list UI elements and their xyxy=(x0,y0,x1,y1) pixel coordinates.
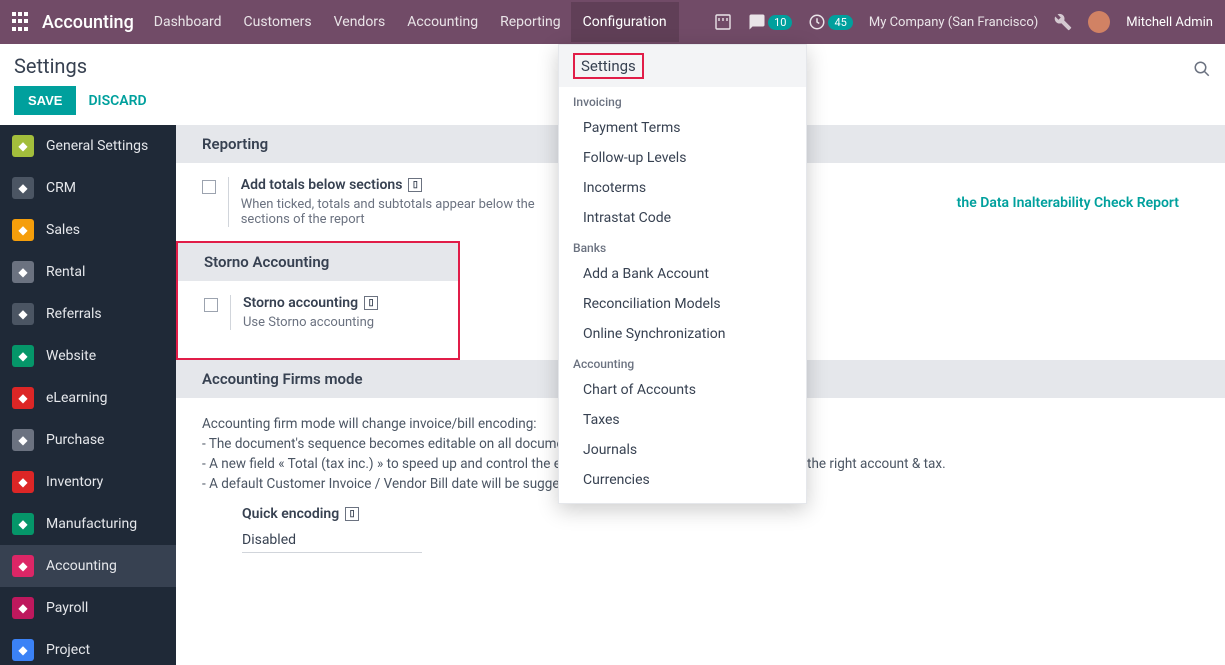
sidebar-item-purchase[interactable]: ◆ Purchase xyxy=(0,419,176,461)
sidebar-item-label: Purchase xyxy=(46,432,104,448)
save-button[interactable]: SAVE xyxy=(14,86,76,115)
sidebar-icon: ◆ xyxy=(12,471,34,493)
sidebar-item-crm[interactable]: ◆ CRM xyxy=(0,167,176,209)
settings-sidebar: ◆ General Settings ◆ CRM ◆ Sales ◆ Rental ◆ Refer… xyxy=(0,125,176,665)
sidebar-item-website[interactable]: ◆ Website xyxy=(0,335,176,377)
sidebar-item-label: Accounting xyxy=(46,558,117,574)
desc-add-totals: When ticked, totals and subtotals appear… xyxy=(241,197,542,227)
label-quick-encoding: Quick encoding xyxy=(242,506,339,522)
dropdown-item-online-synchronization[interactable]: Online Synchronization xyxy=(559,319,806,349)
desc-storno: Use Storno accounting xyxy=(243,315,378,330)
sidebar-icon: ◆ xyxy=(12,135,34,157)
company-selector[interactable]: My Company (San Francisco) xyxy=(869,15,1038,30)
activities-indicator[interactable]: 45 xyxy=(808,13,852,31)
search-icon[interactable] xyxy=(1193,60,1211,82)
nav-dashboard[interactable]: Dashboard xyxy=(154,2,222,42)
dropdown-group-title: Invoicing xyxy=(559,87,806,113)
sidebar-icon: ◆ xyxy=(12,303,34,325)
dropdown-top-row: Settings xyxy=(559,45,806,87)
sidebar-icon: ◆ xyxy=(12,513,34,535)
dropdown-item-add-a-bank-account[interactable]: Add a Bank Account xyxy=(559,259,806,289)
sidebar-item-elearning[interactable]: ◆ eLearning xyxy=(0,377,176,419)
apps-icon[interactable] xyxy=(12,12,32,32)
dropdown-group-title: Banks xyxy=(559,233,806,259)
sidebar-item-label: Website xyxy=(46,348,96,364)
sidebar-item-payroll[interactable]: ◆ Payroll xyxy=(0,587,176,629)
sidebar-item-label: Inventory xyxy=(46,474,103,490)
sidebar-item-rental[interactable]: ◆ Rental xyxy=(0,251,176,293)
sidebar-item-manufacturing[interactable]: ◆ Manufacturing xyxy=(0,503,176,545)
sidebar-icon: ◆ xyxy=(12,597,34,619)
sidebar-item-label: Payroll xyxy=(46,600,88,616)
nav-reporting[interactable]: Reporting xyxy=(500,2,561,42)
sidebar-icon: ◆ xyxy=(12,219,34,241)
avatar[interactable] xyxy=(1088,11,1110,33)
sidebar-item-label: Project xyxy=(46,642,90,658)
label-storno: Storno accounting xyxy=(243,295,358,311)
link-data-inalterability[interactable]: the Data Inalterability Check Report xyxy=(957,195,1179,211)
sidebar-item-label: Manufacturing xyxy=(46,516,137,532)
sidebar-item-general-settings[interactable]: ◆ General Settings xyxy=(0,125,176,167)
checkbox-storno[interactable] xyxy=(204,298,218,312)
building-icon[interactable]: ▯ xyxy=(408,178,422,192)
dropdown-item-taxes[interactable]: Taxes xyxy=(559,405,806,435)
nav-configuration[interactable]: Configuration xyxy=(571,2,679,42)
sidebar-item-inventory[interactable]: ◆ Inventory xyxy=(0,461,176,503)
user-name[interactable]: Mitchell Admin xyxy=(1126,15,1213,30)
messages-indicator[interactable]: 10 xyxy=(748,13,792,31)
building-icon[interactable]: ▯ xyxy=(345,507,359,521)
configuration-dropdown: Settings InvoicingPayment TermsFollow-up… xyxy=(558,44,807,504)
debug-icon[interactable] xyxy=(1054,13,1072,31)
dropdown-item-reconciliation-models[interactable]: Reconciliation Models xyxy=(559,289,806,319)
quick-encoding-setting: Quick encoding ▯ Disabled xyxy=(242,506,1199,553)
sidebar-item-referrals[interactable]: ◆ Referrals xyxy=(0,293,176,335)
sidebar-icon: ◆ xyxy=(12,555,34,577)
dropdown-item-chart-of-accounts[interactable]: Chart of Accounts xyxy=(559,375,806,405)
sidebar-icon: ◆ xyxy=(12,177,34,199)
sidebar-item-label: Referrals xyxy=(46,306,102,322)
tray-icon[interactable] xyxy=(714,13,732,31)
dropdown-item-payment-terms[interactable]: Payment Terms xyxy=(559,113,806,143)
nav-right: 10 45 My Company (San Francisco) Mitchel… xyxy=(714,11,1213,33)
checkbox-add-totals[interactable] xyxy=(202,180,216,194)
dropdown-item-fiscal-positions[interactable]: Fiscal Positions xyxy=(559,495,806,504)
label-add-totals: Add totals below sections xyxy=(241,177,403,193)
discard-button[interactable]: DISCARD xyxy=(88,93,146,109)
sidebar-item-label: eLearning xyxy=(46,390,107,406)
dropdown-group-title: Accounting xyxy=(559,349,806,375)
dropdown-item-follow-up-levels[interactable]: Follow-up Levels xyxy=(559,143,806,173)
sidebar-item-label: Rental xyxy=(46,264,85,280)
sidebar-icon: ◆ xyxy=(12,387,34,409)
sidebar-item-project[interactable]: ◆Project xyxy=(0,629,176,665)
storno-highlight-box: Storno Accounting Storno accounting ▯ Us… xyxy=(176,241,460,360)
nav-vendors[interactable]: Vendors xyxy=(334,2,386,42)
dropdown-settings-item[interactable]: Settings xyxy=(573,53,644,79)
top-nav: Accounting Dashboard Customers Vendors A… xyxy=(0,0,1225,44)
sidebar-item-accounting[interactable]: ◆ Accounting xyxy=(0,545,176,587)
sidebar-item-label: General Settings xyxy=(46,138,148,154)
dropdown-item-intrastat-code[interactable]: Intrastat Code xyxy=(559,203,806,233)
nav-customers[interactable]: Customers xyxy=(244,2,312,42)
sidebar-icon: ◆ xyxy=(12,345,34,367)
app-brand[interactable]: Accounting xyxy=(42,12,134,33)
dropdown-item-journals[interactable]: Journals xyxy=(559,435,806,465)
nav-menu: Dashboard Customers Vendors Accounting R… xyxy=(154,2,667,42)
sidebar-icon: ◆ xyxy=(12,261,34,283)
dropdown-item-incoterms[interactable]: Incoterms xyxy=(559,173,806,203)
building-icon[interactable]: ▯ xyxy=(364,296,378,310)
setting-add-totals: Add totals below sections ▯ When ticked,… xyxy=(202,177,542,227)
sidebar-item-label: CRM xyxy=(46,180,76,196)
activities-badge: 45 xyxy=(828,15,852,30)
messages-badge: 10 xyxy=(768,15,792,30)
setting-storno: Storno accounting ▯ Use Storno accountin… xyxy=(204,295,432,330)
section-storno-header: Storno Accounting xyxy=(178,243,458,281)
nav-accounting[interactable]: Accounting xyxy=(407,2,478,42)
sidebar-icon: ◆ xyxy=(12,429,34,451)
dropdown-item-currencies[interactable]: Currencies xyxy=(559,465,806,495)
sidebar-item-label: Sales xyxy=(46,222,80,238)
quick-encoding-value[interactable]: Disabled xyxy=(242,532,422,553)
sidebar-item-sales[interactable]: ◆ Sales xyxy=(0,209,176,251)
